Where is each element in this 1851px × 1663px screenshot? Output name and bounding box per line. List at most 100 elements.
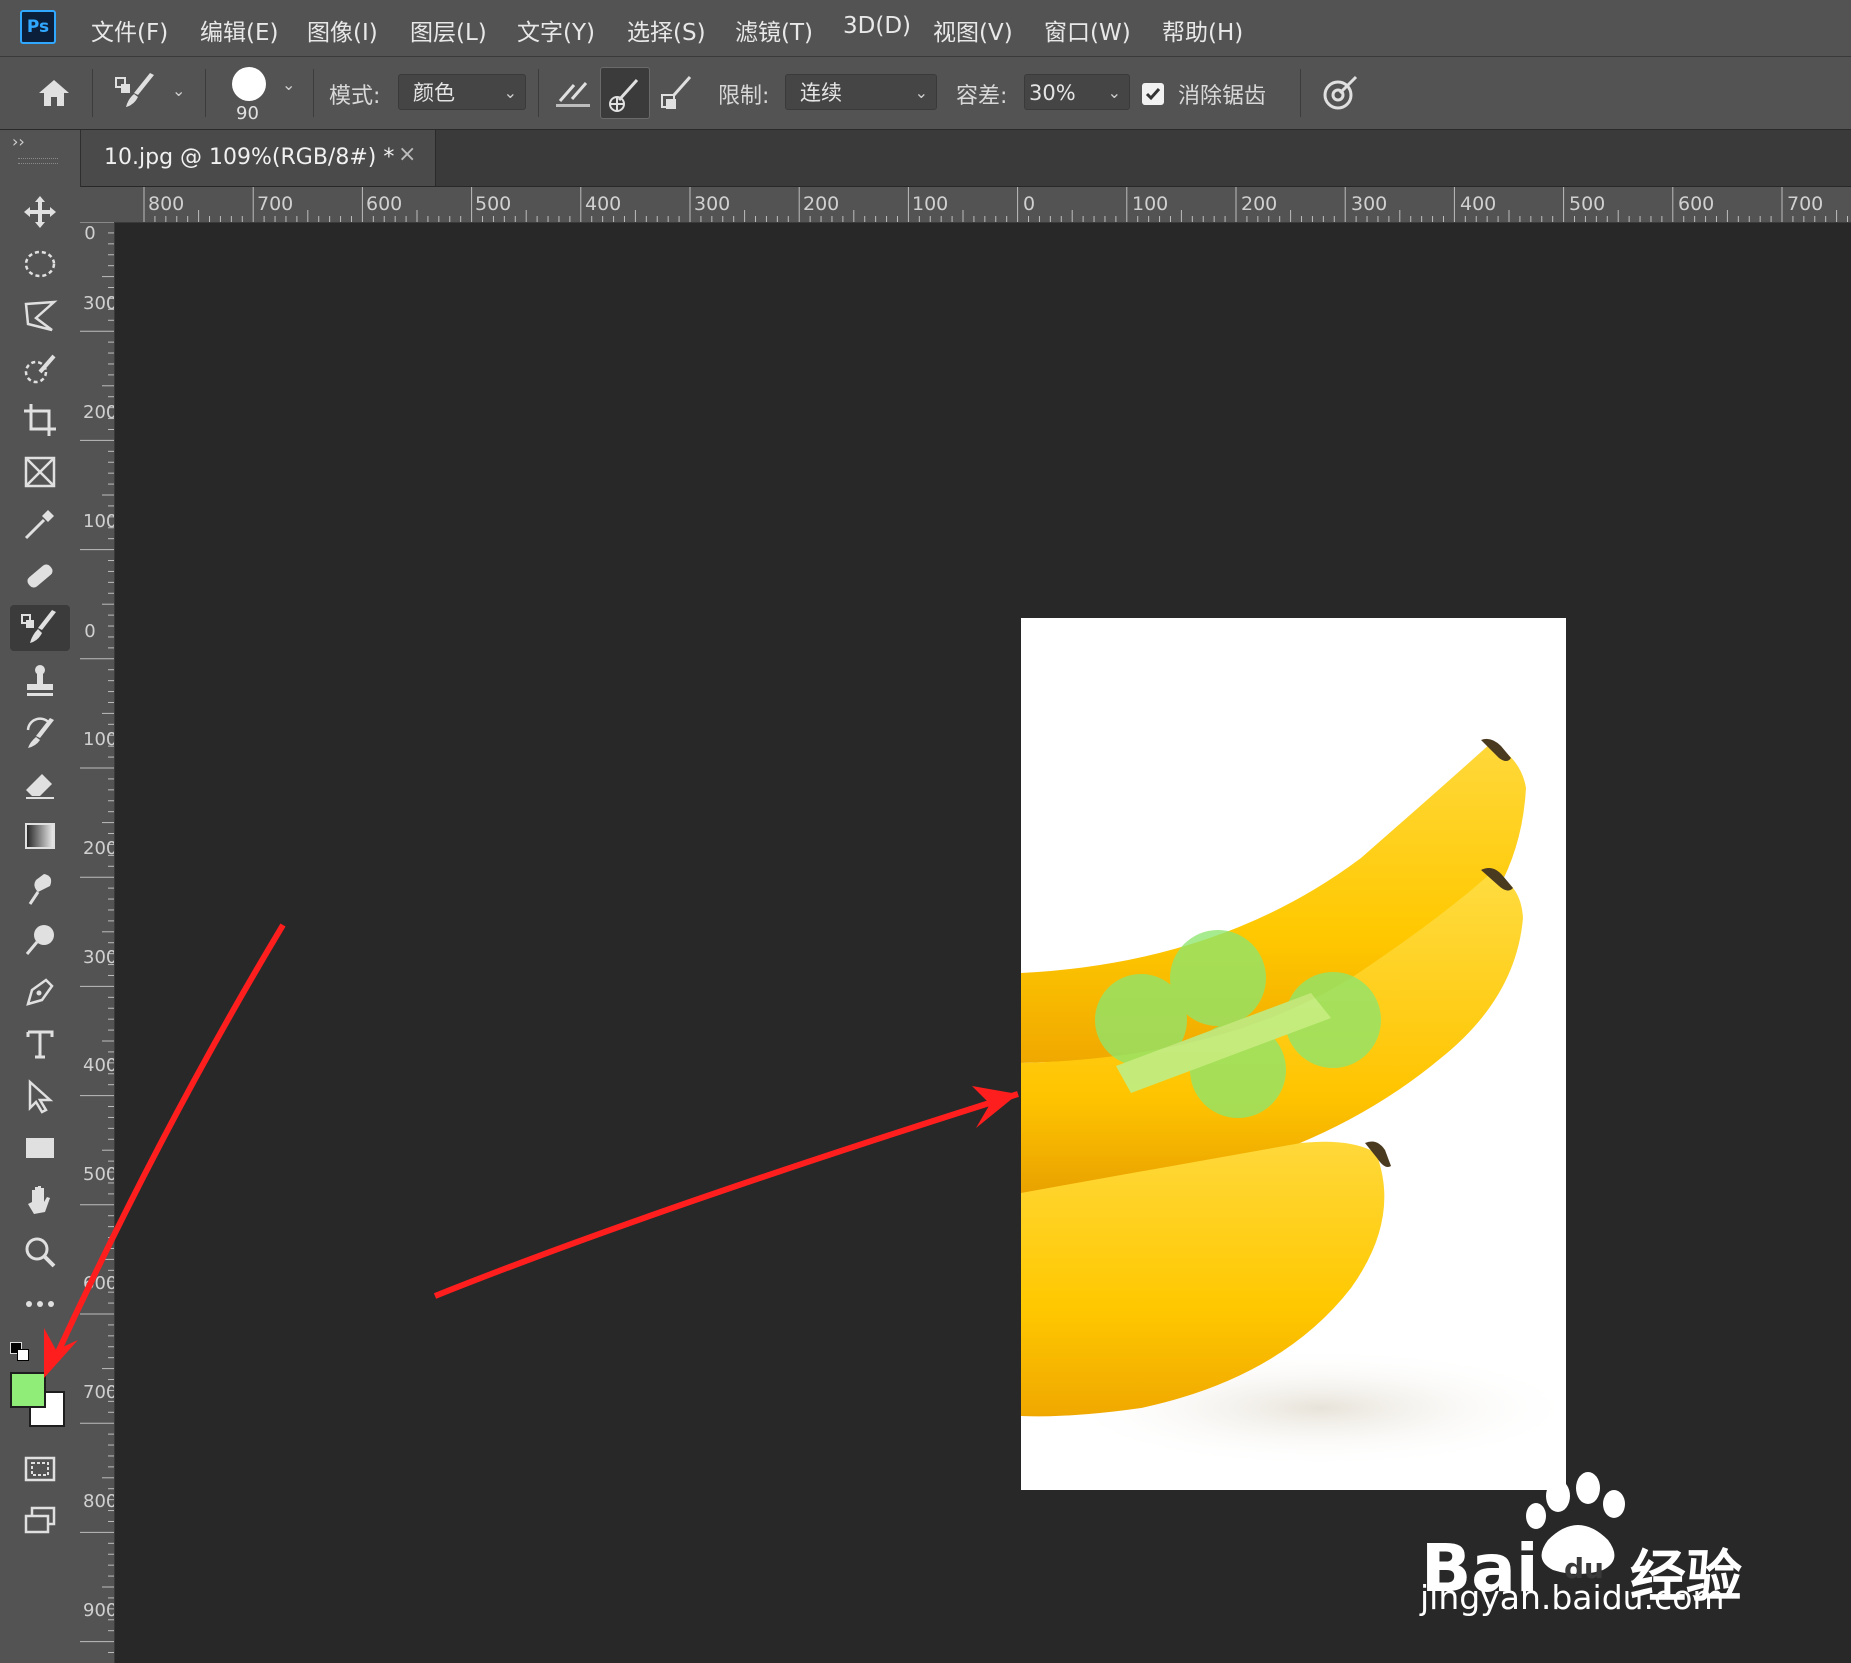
- watermark-domain: jingyan.baidu.com: [1420, 1578, 1725, 1617]
- healing-brush-icon: [27, 564, 53, 588]
- canvas-document[interactable]: [1021, 618, 1566, 1490]
- antialias-checkbox[interactable]: [1142, 83, 1164, 105]
- rectangle-icon: [26, 1138, 54, 1158]
- horizontal-ruler[interactable]: 800 700 600 500 400 300 200 100 0 100 20…: [114, 187, 1851, 223]
- path-selection-tool[interactable]: [10, 1073, 70, 1119]
- ruler-label: 300: [83, 293, 115, 314]
- vertical-ruler[interactable]: 0 300 200 100 0 100 200 300 400 500 600 …: [80, 222, 115, 1663]
- foreground-color-swatch[interactable]: [10, 1372, 46, 1408]
- sampling-continuous-button[interactable]: [552, 71, 596, 115]
- hand-tool[interactable]: [10, 1177, 70, 1223]
- crop-icon: [24, 404, 56, 436]
- menu-view[interactable]: 视图(V): [933, 13, 1013, 47]
- dodge-tool[interactable]: [10, 917, 70, 963]
- menu-type[interactable]: 文字(Y): [517, 13, 595, 47]
- ruler-label: 600: [1678, 193, 1715, 215]
- more-tools-button[interactable]: [10, 1281, 70, 1327]
- limit-label: 限制:: [718, 84, 770, 109]
- menu-edit[interactable]: 编辑(E): [200, 13, 278, 47]
- smudge-tool[interactable]: [10, 865, 70, 911]
- ruler-label: 100: [83, 729, 115, 750]
- close-icon[interactable]: ×: [398, 142, 416, 167]
- elliptical-marquee-icon: [24, 250, 56, 278]
- menu-filter[interactable]: 滤镜(T): [735, 13, 813, 47]
- rectangle-tool[interactable]: [10, 1125, 70, 1171]
- menu-help[interactable]: 帮助(H): [1162, 13, 1243, 47]
- menu-image[interactable]: 图像(I): [307, 13, 378, 47]
- ruler-label: 200: [1241, 193, 1278, 215]
- eraser-tool[interactable]: [10, 761, 70, 807]
- marquee-tool[interactable]: [10, 241, 70, 287]
- quick-selection-tool[interactable]: [10, 345, 70, 391]
- clone-stamp-tool[interactable]: [10, 657, 70, 703]
- move-tool[interactable]: [10, 189, 70, 235]
- eyedropper-tool[interactable]: [10, 501, 70, 547]
- limit-select[interactable]: 连续 ⌄: [785, 74, 937, 110]
- document-tab[interactable]: 10.jpg @ 109%(RGB/8#) * ×: [80, 130, 436, 186]
- ruler-label: 300: [1351, 193, 1388, 215]
- zoom-tool[interactable]: [10, 1229, 70, 1275]
- tool-preset-picker[interactable]: ⌄: [112, 69, 192, 115]
- sampling-continuous-icon: [556, 82, 590, 107]
- pen-icon: [26, 978, 54, 1006]
- ruler-label: 0: [84, 223, 96, 244]
- lasso-tool[interactable]: [10, 293, 70, 339]
- default-colors-icon[interactable]: [10, 1342, 30, 1362]
- tolerance-input[interactable]: 30% ⌄: [1024, 74, 1130, 110]
- ruler-label: 100: [912, 193, 949, 215]
- ruler-corner: [80, 187, 114, 222]
- collapse-panel-icon[interactable]: ››: [12, 132, 25, 151]
- sampling-once-button[interactable]: [600, 67, 650, 119]
- panel-grip[interactable]: [18, 158, 58, 164]
- tools-panel: ››: [0, 130, 81, 1663]
- brush-size-value: 90: [236, 103, 259, 124]
- limit-value: 连续: [800, 81, 842, 105]
- move-tool-icon: [24, 196, 56, 228]
- mode-select[interactable]: 颜色 ⌄: [398, 74, 526, 110]
- color-replacement-tool[interactable]: [10, 605, 70, 651]
- quick-mask-button[interactable]: [10, 1445, 70, 1491]
- crop-tool[interactable]: [10, 397, 70, 443]
- ruler-label: 900: [83, 1600, 115, 1621]
- mode-value: 颜色: [413, 81, 455, 105]
- chevron-down-icon: ⌄: [914, 83, 928, 102]
- banana-photo: [1021, 738, 1566, 1468]
- menu-3d[interactable]: 3D(D): [843, 13, 911, 39]
- ruler-label: 200: [803, 193, 840, 215]
- ruler-label: 600: [83, 1273, 115, 1294]
- path-selection-icon: [28, 1079, 54, 1114]
- clone-stamp-icon: [27, 665, 53, 696]
- chevron-down-icon: ⌄: [282, 75, 296, 94]
- pen-tool[interactable]: [10, 969, 70, 1015]
- options-bar: ⌄ 90 ⌄ 模式: 颜色 ⌄ 限制: 连续 ⌄ 容差: 30% ⌄ 消除锯齿: [0, 57, 1851, 130]
- ruler-label: 200: [83, 838, 115, 859]
- ruler-label: 0: [84, 621, 96, 642]
- menu-layer[interactable]: 图层(L): [410, 13, 487, 47]
- screen-mode-button[interactable]: [10, 1497, 70, 1543]
- ruler-ticks: [80, 222, 114, 1654]
- type-tool[interactable]: [10, 1021, 70, 1067]
- photoshop-logo: Ps: [20, 10, 56, 44]
- sampling-background-button[interactable]: [656, 69, 700, 115]
- ruler-label: 800: [148, 193, 185, 215]
- brush-preset-picker[interactable]: 90 ⌄: [226, 63, 306, 125]
- sampling-background-icon: [661, 76, 692, 109]
- frame-tool[interactable]: [10, 449, 70, 495]
- healing-brush-tool[interactable]: [10, 553, 70, 599]
- pressure-size-button[interactable]: [1318, 71, 1362, 115]
- menu-window[interactable]: 窗口(W): [1044, 13, 1131, 47]
- menu-file[interactable]: 文件(F): [91, 13, 168, 47]
- history-brush-tool[interactable]: [10, 709, 70, 755]
- screen-mode-icon: [24, 1506, 56, 1534]
- annotation-arrowhead: [972, 1086, 1018, 1128]
- ruler-label: 500: [83, 1164, 115, 1185]
- ruler-label: 600: [366, 193, 403, 215]
- dodge-icon: [25, 925, 54, 955]
- menu-select[interactable]: 选择(S): [627, 13, 706, 47]
- gradient-tool[interactable]: [10, 813, 70, 859]
- lasso-icon: [24, 300, 58, 332]
- annotation-arrows: [44, 923, 1019, 1378]
- home-button[interactable]: [30, 71, 78, 115]
- mode-label: 模式:: [329, 84, 381, 109]
- eyedropper-icon: [24, 510, 54, 540]
